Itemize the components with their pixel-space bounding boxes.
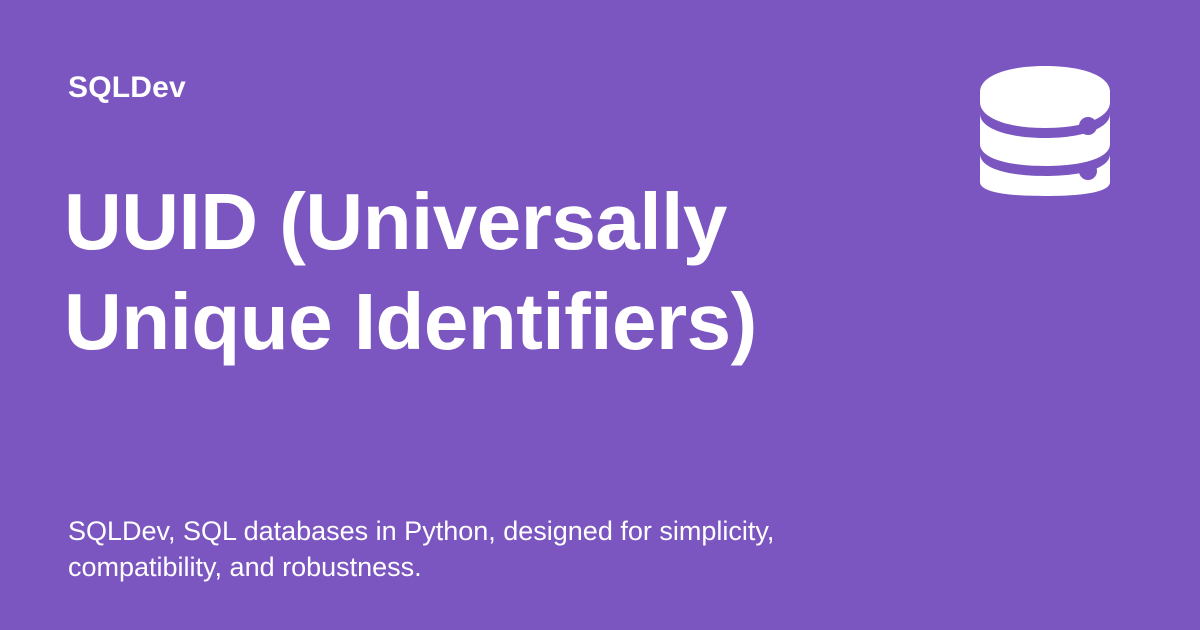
brand-name: SQLDev [68,71,186,104]
page-description: SQLDev, SQL databases in Python, designe… [68,516,775,582]
database-icon [980,66,1110,196]
page-title: UUID (Universally Unique Identifiers) [64,177,757,366]
social-card: SQLDev UUID (Universally Unique Identifi… [0,0,1200,630]
